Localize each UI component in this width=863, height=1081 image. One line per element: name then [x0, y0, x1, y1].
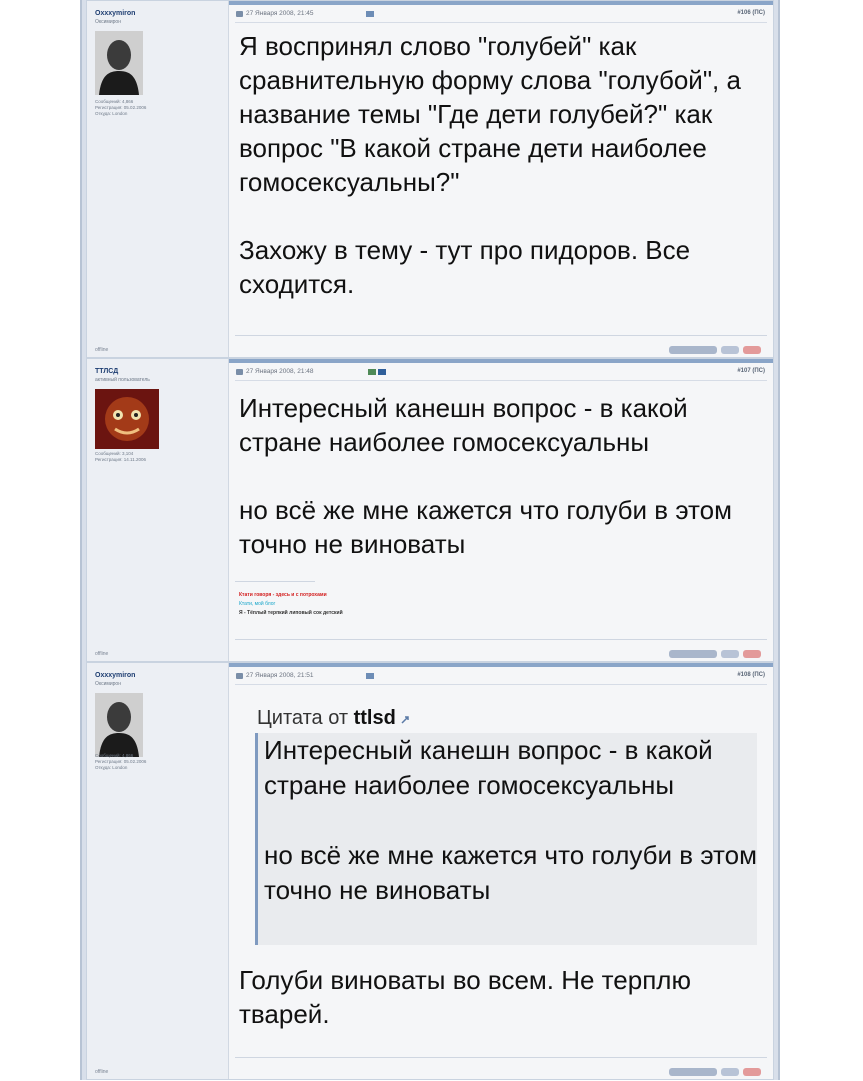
signature-link[interactable]: Ктати, мой блог — [239, 600, 343, 609]
user-info: ТТЛСД активный пользователь Сообщений: 3… — [87, 359, 229, 661]
user-stats: Сообщений: 4,866 Регистрация: 05.02.2006… — [95, 99, 146, 117]
quote-header: Цитата от ttlsd — [257, 707, 410, 730]
report-button[interactable] — [743, 345, 761, 354]
post-107: ТТЛСД активный пользователь Сообщений: 3… — [86, 358, 774, 662]
signature: Ктати говоря - здесь и с потрохами Ктати… — [239, 591, 343, 618]
message-area: 27 Января 2008, 21:48 #107 (ПС) Интересн… — [235, 359, 767, 661]
post-date-icon — [236, 11, 243, 17]
user-title: Оксимирон — [95, 19, 121, 25]
user-title: активный пользователь — [95, 377, 150, 383]
message-area: 27 Января 2008, 21:45 #106 (ПС) Я воспри… — [235, 1, 767, 357]
quote-prefix: Цитата от — [257, 707, 349, 729]
report-button[interactable] — [743, 1067, 761, 1076]
avatar[interactable] — [95, 693, 143, 757]
user-stats: Сообщений: 3,104 Регистрация: 14.11.2006 — [95, 451, 146, 463]
post-separator — [235, 1057, 767, 1058]
avatar-image — [95, 693, 143, 757]
post-type-icon — [366, 673, 374, 679]
forum-thread: Oxxxymiron Оксимирон Сообщений: 4,866 Ре… — [80, 0, 780, 1080]
post-date: 27 Января 2008, 21:51 — [246, 672, 314, 679]
post-date: 27 Января 2008, 21:45 — [246, 10, 314, 17]
user-info: Oxxxymiron Оксимирон Сообщений: 4,866 Ре… — [87, 1, 229, 357]
signature-link[interactable]: Ктати говоря - здесь и с потрохами — [239, 591, 343, 600]
multi-quote-button[interactable] — [721, 649, 739, 658]
user-info: Oxxxymiron Оксимирон Сообщений: 4,866 Ре… — [87, 663, 229, 1079]
post-106: Oxxxymiron Оксимирон Сообщений: 4,866 Ре… — [86, 0, 774, 358]
post-separator — [235, 639, 767, 640]
user-stats: Сообщений: 4,866 Регистрация: 05.02.2006… — [95, 753, 146, 771]
post-date: 27 Января 2008, 21:48 — [246, 368, 314, 375]
quote-button[interactable] — [669, 649, 717, 658]
post-header: 27 Января 2008, 21:45 #106 (ПС) — [235, 8, 767, 23]
multi-quote-button[interactable] — [721, 345, 739, 354]
multi-quote-button[interactable] — [721, 1067, 739, 1076]
location: Откуда: London — [95, 111, 128, 116]
register-date: Регистрация: 14.11.2006 — [95, 457, 146, 462]
view-post-icon[interactable] — [401, 716, 410, 724]
post-type-icon — [366, 11, 374, 17]
quote-author[interactable]: ttlsd — [354, 707, 396, 729]
post-number[interactable]: #108 (ПС) — [737, 672, 765, 678]
avatar[interactable] — [95, 389, 159, 449]
post-header: 27 Января 2008, 21:51 #108 (ПС) — [235, 670, 767, 685]
post-buttons — [665, 645, 761, 658]
post-paragraph: Голуби виноваты во всем. Не терплю тваре… — [239, 965, 691, 1029]
status-offline: offline — [95, 1069, 109, 1075]
quote-button[interactable] — [669, 1067, 717, 1076]
post-header: 27 Января 2008, 21:48 #107 (ПС) — [235, 366, 767, 381]
post-date-icon — [236, 369, 243, 375]
quote-button[interactable] — [669, 345, 717, 354]
post-number[interactable]: #107 (ПС) — [737, 368, 765, 374]
message-area: 27 Января 2008, 21:51 #108 (ПС) Цитата о… — [235, 663, 767, 1079]
signature-text: Я - Тёплый терпкий липовый сок детский — [239, 610, 343, 616]
post-date-icon — [236, 673, 243, 679]
quote-box: Интересный канешн вопрос - в какой стран… — [255, 733, 757, 945]
post-separator — [235, 335, 767, 336]
status-offline: offline — [95, 347, 109, 353]
avatar[interactable] — [95, 31, 143, 95]
post-buttons — [665, 341, 761, 354]
post-body: Интересный канешн вопрос - в какой стран… — [239, 391, 763, 561]
username[interactable]: ТТЛСД — [95, 368, 118, 375]
username[interactable]: Oxxxymiron — [95, 10, 135, 17]
post-body: Голуби виноваты во всем. Не терплю тваре… — [239, 963, 763, 1031]
user-title: Оксимирон — [95, 681, 121, 687]
quote-paragraph: Интересный канешн вопрос - в какой стран… — [264, 735, 713, 800]
report-button[interactable] — [743, 649, 761, 658]
post-paragraph: Я воспринял слово "голубей" как сравните… — [239, 31, 741, 197]
post-number[interactable]: #106 (ПС) — [737, 10, 765, 16]
username[interactable]: Oxxxymiron — [95, 672, 135, 679]
quote-paragraph: но всё же мне кажется что голуби в этом … — [264, 840, 757, 905]
post-paragraph: Захожу в тему - тут про пидоров. Все схо… — [239, 235, 691, 299]
post-body: Я воспринял слово "голубей" как сравните… — [239, 29, 763, 301]
post-108: Oxxxymiron Оксимирон Сообщений: 4,866 Ре… — [86, 662, 774, 1080]
post-paragraph: но всё же мне кажется что голуби в этом … — [239, 495, 732, 559]
post-buttons — [665, 1063, 761, 1076]
post-paragraph: Интересный канешн вопрос - в какой стран… — [239, 393, 688, 457]
location: Откуда: London — [95, 765, 128, 770]
status-offline: offline — [95, 651, 109, 657]
avatar-image — [95, 31, 143, 95]
post-type-icon — [368, 369, 386, 375]
avatar-image — [95, 389, 159, 449]
signature-separator — [235, 581, 315, 582]
